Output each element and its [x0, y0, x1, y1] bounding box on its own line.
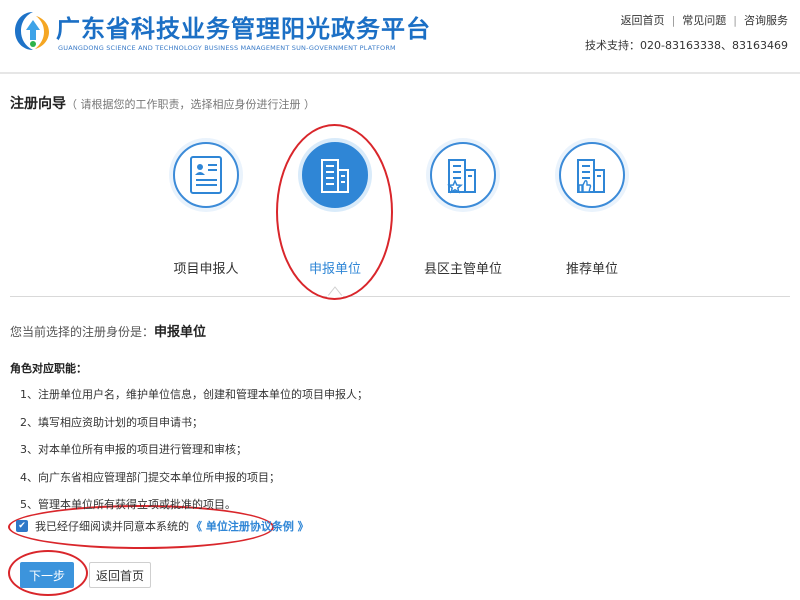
platform-logo-icon [15, 12, 49, 50]
platform-subtitle: GUANGDONG SCIENCE AND TECHNOLOGY BUSINES… [58, 44, 396, 52]
role-option-unit[interactable]: 申报单位 [270, 142, 400, 277]
role-circle [302, 142, 368, 208]
link-separator: | [671, 14, 676, 27]
id-card-icon [190, 156, 222, 194]
role-label: 县区主管单位 [423, 262, 502, 277]
top-links: 返回首页 | 常见问题 | 咨询服务 [621, 12, 788, 28]
role-label: 项目申报人 [173, 262, 239, 277]
link-consult[interactable]: 咨询服务 [744, 14, 788, 27]
guide-hint: （ 请根据您的工作职责，选择相应身份进行注册 ） [66, 98, 315, 111]
role-divider [10, 296, 790, 297]
page-header: 广东省科技业务管理阳光政务平台 GUANGDONG SCIENCE AND TE… [0, 0, 800, 70]
current-selection: 您当前选择的注册身份是：申报单位 [10, 321, 206, 340]
support-phone: 技术支持：020-83163338、83163469 [585, 39, 788, 52]
link-home[interactable]: 返回首页 [621, 14, 665, 27]
building-icon [321, 159, 349, 193]
list-item: 1、注册单位用户名，维护单位信息，创建和管理本单位的项目申报人； [20, 388, 368, 401]
selection-pointer-icon [327, 286, 343, 297]
agreement-checkbox[interactable]: ✔ [16, 520, 28, 532]
return-home-button[interactable]: 返回首页 [89, 562, 151, 588]
building-star-icon [447, 159, 476, 194]
platform-title: 广东省科技业务管理阳光政务平台 [56, 15, 431, 43]
role-circle [430, 142, 496, 208]
link-faq[interactable]: 常见问题 [682, 14, 726, 27]
building-thumbsup-icon [577, 159, 605, 193]
role-option-recommend[interactable]: 推荐单位 [527, 142, 657, 277]
page-title: 注册向导（ 请根据您的工作职责，选择相应身份进行注册 ） [10, 93, 315, 113]
role-option-county[interactable]: 县区主管单位 [398, 142, 528, 277]
check-icon: ✔ [18, 520, 26, 531]
agreement-text: 我已经仔细阅读并同意本系统的 [35, 520, 189, 533]
list-item: 2、填写相应资助计划的项目申请书； [20, 415, 203, 429]
role-label: 推荐单位 [565, 262, 618, 277]
agreement-link[interactable]: 《 单位注册协议条例 》 [191, 518, 309, 534]
role-circle [173, 142, 239, 208]
header-divider [0, 72, 800, 74]
guide-title-text: 注册向导 [10, 96, 66, 112]
list-item: 4、向广东省相应管理部门提交本单位所申报的项目； [20, 470, 280, 484]
duties-title: 角色对应职能： [10, 362, 87, 375]
next-button[interactable]: 下一步 [20, 562, 74, 588]
role-option-applicant[interactable]: 项目申报人 [141, 142, 271, 277]
role-label: 申报单位 [308, 262, 361, 277]
link-separator: | [733, 14, 737, 27]
duties-list: 1、注册单位用户名，维护单位信息，创建和管理本单位的项目申报人； 2、填写相应资… [20, 386, 368, 524]
current-selection-prefix: 您当前选择的注册身份是： [10, 325, 155, 339]
current-selection-value: 申报单位 [154, 325, 207, 340]
role-circle [559, 142, 625, 208]
agreement-row: ✔ 我已经仔细阅读并同意本系统的《 单位注册协议条例 》 [16, 518, 309, 534]
list-item: 3、对本单位所有申报的项目进行管理和审核； [20, 443, 247, 456]
